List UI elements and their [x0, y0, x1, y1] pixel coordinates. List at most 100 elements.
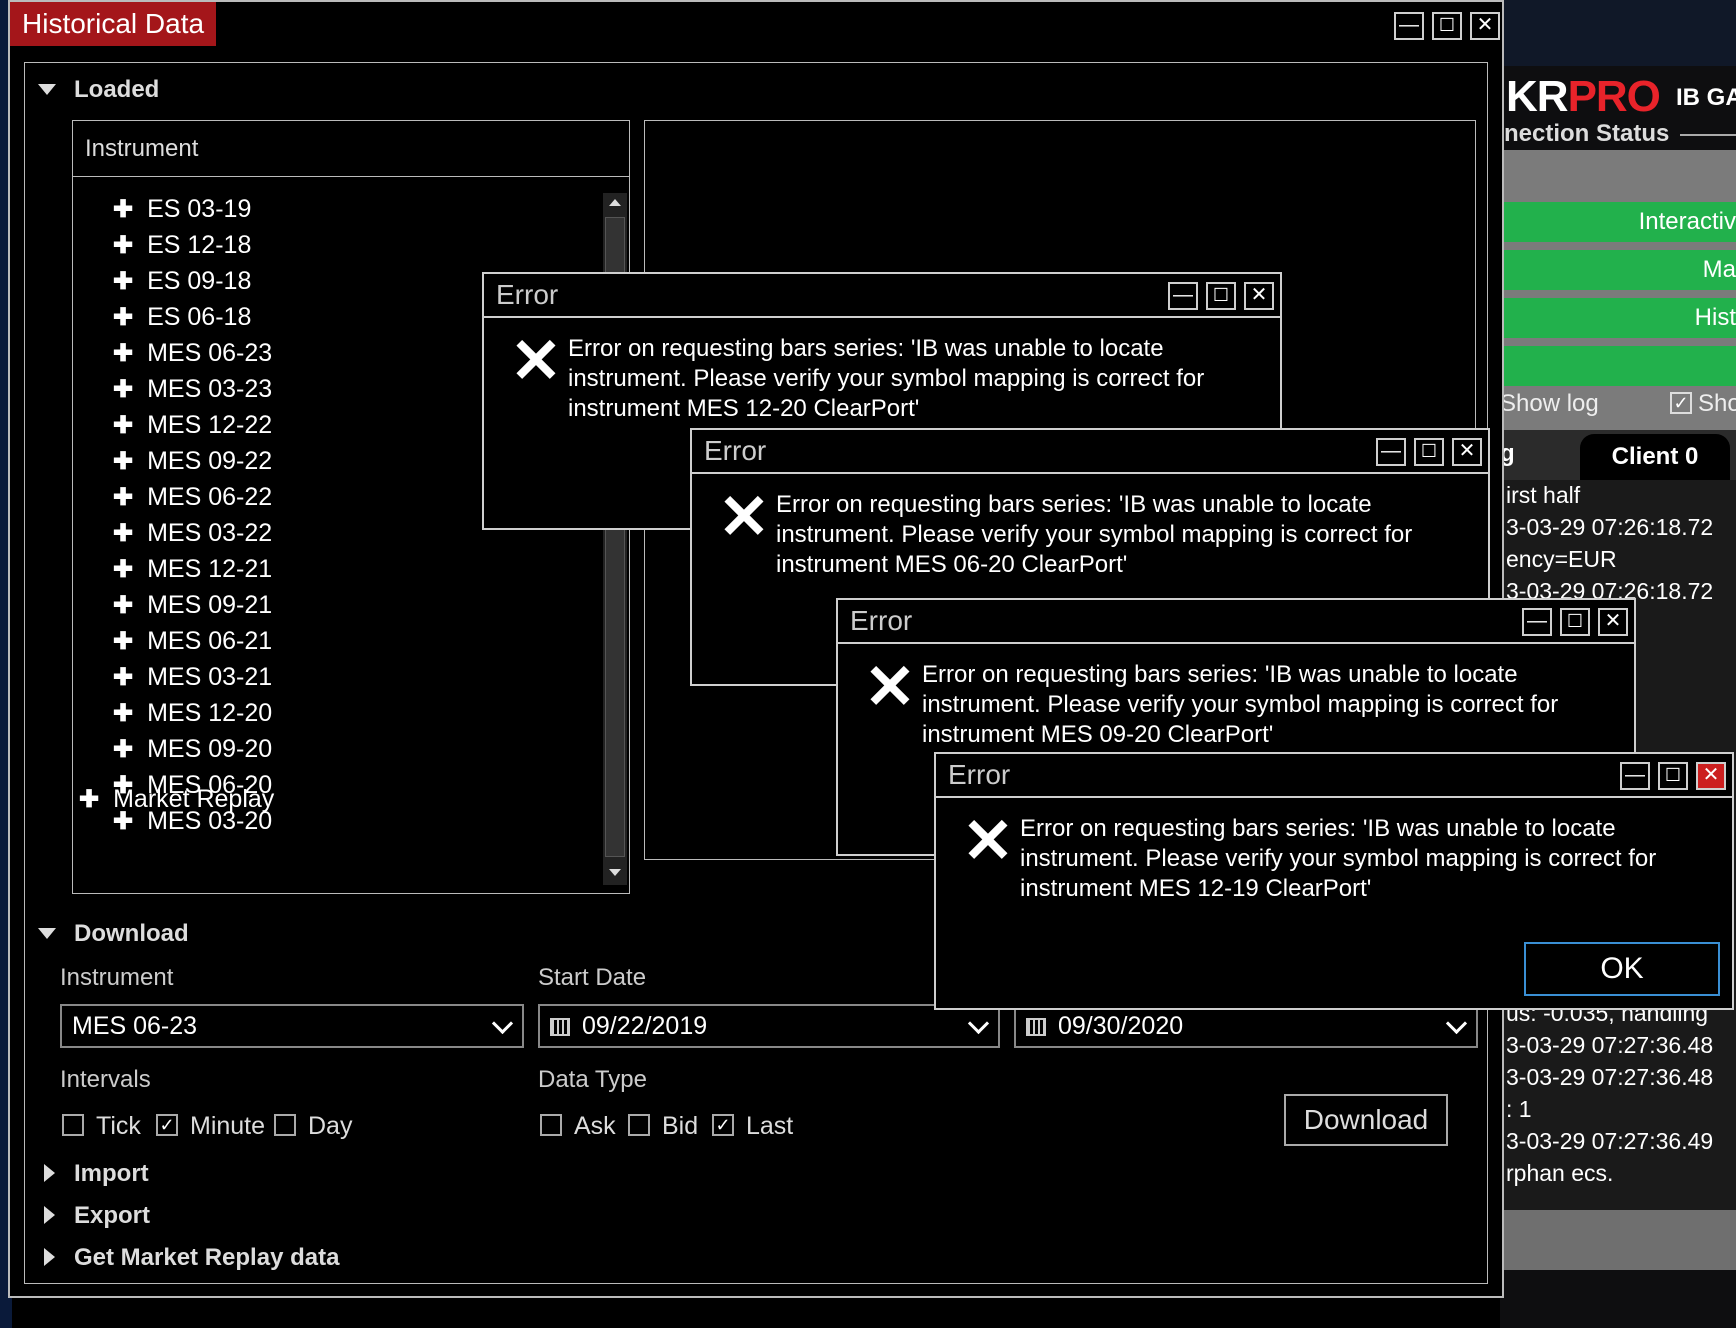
- tree-item[interactable]: ✚ MES 09-21: [113, 591, 272, 620]
- tree-item-label: MES 03-21: [147, 663, 273, 691]
- maximize-button[interactable]: ☐: [1432, 12, 1462, 40]
- tree-item[interactable]: ✚ ES 03-19: [113, 195, 251, 224]
- tree-item[interactable]: ✚ MES 03-23: [113, 375, 272, 404]
- expand-plus-icon[interactable]: ✚: [113, 664, 133, 691]
- connection-button-history[interactable]: Hist: [1500, 298, 1736, 338]
- tree-item-market-replay[interactable]: ✚ Market Replay: [79, 785, 274, 814]
- close-button[interactable]: ✕: [1470, 12, 1500, 40]
- minimize-button[interactable]: —: [1620, 762, 1650, 790]
- maximize-button[interactable]: ☐: [1560, 608, 1590, 636]
- tree-item[interactable]: ✚ MES 06-21: [113, 627, 272, 656]
- last-checkbox[interactable]: ✓: [712, 1114, 734, 1136]
- tree-item-label: MES 06-23: [147, 339, 273, 367]
- expand-plus-icon[interactable]: ✚: [113, 376, 133, 403]
- section-export[interactable]: Export: [74, 1202, 150, 1230]
- collapse-arrow-icon[interactable]: [38, 84, 56, 95]
- download-button[interactable]: Download: [1284, 1094, 1448, 1146]
- maximize-button[interactable]: ☐: [1206, 282, 1236, 310]
- tree-item[interactable]: ✚ MES 09-20: [113, 735, 272, 764]
- expand-plus-icon[interactable]: ✚: [113, 520, 133, 547]
- minimize-button[interactable]: —: [1394, 12, 1424, 40]
- expand-plus-icon[interactable]: ✚: [113, 484, 133, 511]
- tree-item[interactable]: ✚ MES 06-22: [113, 483, 272, 512]
- tree-item-label: MES 09-22: [147, 447, 273, 475]
- tick-label: Tick: [96, 1112, 141, 1140]
- expand-plus-icon[interactable]: ✚: [113, 232, 133, 259]
- expand-plus-icon[interactable]: ✚: [113, 556, 133, 583]
- expand-arrow-icon[interactable]: [44, 1206, 55, 1224]
- tick-checkbox[interactable]: [62, 1114, 84, 1136]
- end-date-picker[interactable]: 09/30/2020: [1014, 1004, 1478, 1048]
- ask-label: Ask: [574, 1112, 616, 1140]
- error-message: Error on requesting bars series: 'IB was…: [568, 335, 1205, 422]
- calendar-icon: [1026, 1018, 1046, 1036]
- expand-plus-icon[interactable]: ✚: [113, 268, 133, 295]
- expand-plus-icon[interactable]: ✚: [113, 412, 133, 439]
- tree-item[interactable]: ✚ MES 03-22: [113, 519, 272, 548]
- log-line: : 1: [1506, 1096, 1532, 1122]
- last-label: Last: [746, 1112, 794, 1140]
- section-import[interactable]: Import: [74, 1160, 149, 1188]
- error-title: Error: [838, 600, 1634, 644]
- collapse-arrow-icon[interactable]: [38, 928, 56, 939]
- bid-checkbox[interactable]: [628, 1114, 650, 1136]
- tree-item[interactable]: ✚ MES 03-21: [113, 663, 272, 692]
- day-label: Day: [308, 1112, 353, 1140]
- start-date-picker[interactable]: 09/22/2019: [538, 1004, 1000, 1048]
- intervals-label: Intervals: [60, 1066, 151, 1093]
- tree-column-header[interactable]: Instrument: [73, 121, 629, 177]
- tree-item[interactable]: ✚ MES 12-21: [113, 555, 272, 584]
- tree-item-label: MES 09-21: [147, 591, 273, 619]
- expand-plus-icon[interactable]: ✚: [113, 304, 133, 331]
- maximize-button[interactable]: ☐: [1658, 762, 1688, 790]
- expand-plus-icon[interactable]: ✚: [113, 736, 133, 763]
- close-button[interactable]: ✕: [1452, 438, 1482, 466]
- expand-plus-icon[interactable]: ✚: [113, 700, 133, 727]
- section-loaded[interactable]: Loaded: [74, 76, 159, 104]
- tree-item[interactable]: ✚ ES 06-18: [113, 303, 251, 332]
- tree-item[interactable]: ✚ ES 09-18: [113, 267, 251, 296]
- show-checkbox[interactable]: ✓: [1670, 392, 1692, 414]
- tree-item[interactable]: ✚ ES 12-18: [113, 231, 251, 260]
- day-checkbox[interactable]: [274, 1114, 296, 1136]
- minimize-button[interactable]: —: [1376, 438, 1406, 466]
- instrument-select[interactable]: MES 06-23: [60, 1004, 524, 1048]
- error-title: Error: [692, 430, 1488, 474]
- ask-checkbox[interactable]: [540, 1114, 562, 1136]
- tree-item[interactable]: ✚ MES 09-22: [113, 447, 272, 476]
- error-x-icon: ✕: [962, 807, 1014, 876]
- log-line: 3-03-29 07:26:18.72: [1506, 514, 1714, 540]
- expand-plus-icon[interactable]: ✚: [113, 448, 133, 475]
- error-message: Error on requesting bars series: 'IB was…: [776, 491, 1413, 578]
- connection-button-other[interactable]: [1500, 346, 1736, 386]
- expand-arrow-icon[interactable]: [44, 1164, 55, 1182]
- tree-item[interactable]: ✚ MES 06-23: [113, 339, 272, 368]
- expand-plus-icon[interactable]: ✚: [79, 786, 99, 813]
- close-button[interactable]: ✕: [1696, 762, 1726, 790]
- tab-client-0[interactable]: Client 0: [1580, 434, 1730, 480]
- expand-arrow-icon[interactable]: [44, 1248, 55, 1266]
- expand-plus-icon[interactable]: ✚: [113, 592, 133, 619]
- section-market-replay-data[interactable]: Get Market Replay data: [74, 1244, 339, 1272]
- tree-item-label: ES 06-18: [147, 303, 252, 331]
- tree-item[interactable]: ✚ MES 12-22: [113, 411, 272, 440]
- expand-plus-icon[interactable]: ✚: [113, 340, 133, 367]
- connection-button-interactive[interactable]: Interactiv: [1500, 202, 1736, 242]
- maximize-button[interactable]: ☐: [1414, 438, 1444, 466]
- expand-plus-icon[interactable]: ✚: [113, 196, 133, 223]
- bg-footer: [1500, 1210, 1736, 1270]
- minimize-button[interactable]: —: [1522, 608, 1552, 636]
- calendar-icon: [550, 1018, 570, 1036]
- tree-item[interactable]: ✚ MES 12-20: [113, 699, 272, 728]
- scroll-up-icon[interactable]: [609, 199, 621, 206]
- minimize-button[interactable]: —: [1168, 282, 1198, 310]
- minute-checkbox[interactable]: ✓: [156, 1114, 178, 1136]
- tree-item-label: ES 12-18: [147, 231, 252, 259]
- close-button[interactable]: ✕: [1244, 282, 1274, 310]
- close-button[interactable]: ✕: [1598, 608, 1628, 636]
- expand-plus-icon[interactable]: ✚: [113, 628, 133, 655]
- section-download[interactable]: Download: [74, 920, 189, 948]
- connection-button-market[interactable]: Ma: [1500, 250, 1736, 290]
- scroll-down-icon[interactable]: [609, 869, 621, 876]
- ok-button[interactable]: OK: [1524, 942, 1720, 996]
